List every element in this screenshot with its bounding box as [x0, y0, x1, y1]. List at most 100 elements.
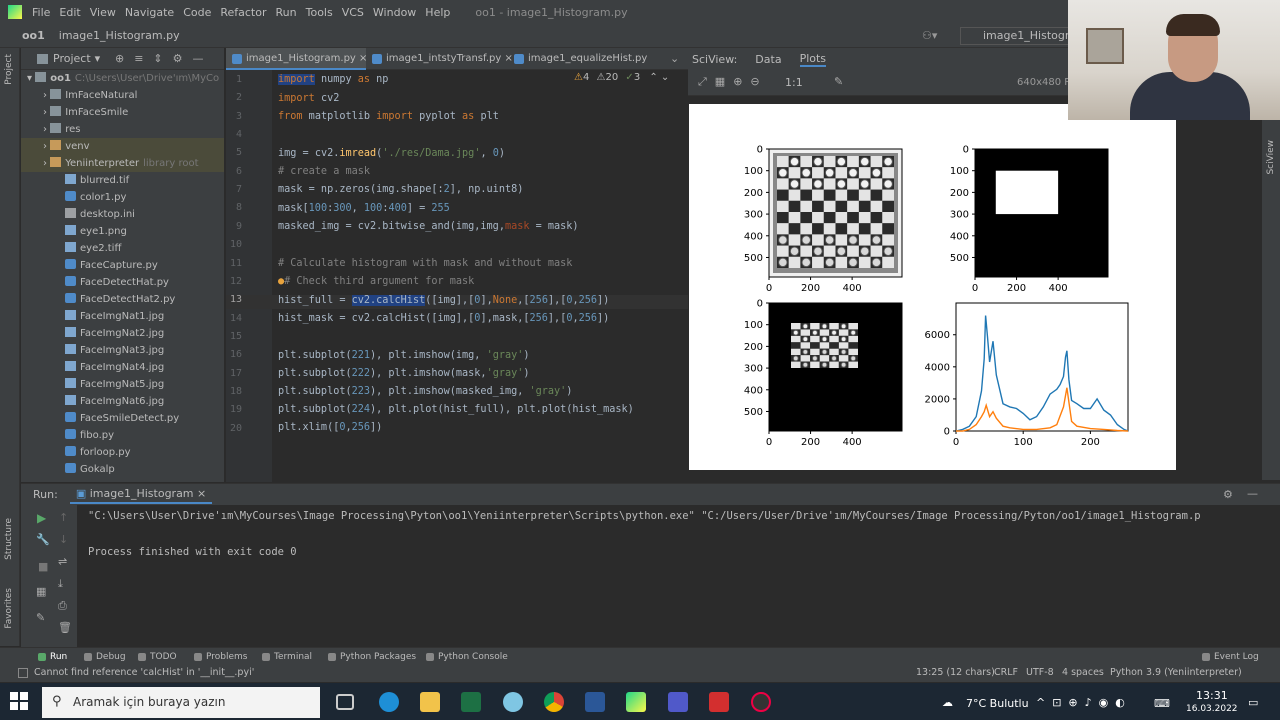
- soft-wrap-icon[interactable]: ⇌: [58, 555, 67, 568]
- tooltab-todo[interactable]: TODO: [136, 648, 177, 666]
- vcs-icon[interactable]: ⚇▾: [922, 29, 937, 42]
- chrome-icon[interactable]: [544, 692, 564, 712]
- weather-text[interactable]: 7°C Bulutlu: [966, 697, 1029, 710]
- tree-item[interactable]: FaceSmileDetect.py: [21, 410, 224, 427]
- tree-item[interactable]: FaceImgNat1.jpg: [21, 308, 224, 325]
- tree-item[interactable]: FaceImgNat3.jpg: [21, 342, 224, 359]
- tree-root[interactable]: ▾ oo1 C:\Users\User\Drive'ım\MyCo: [27, 70, 219, 87]
- project-toolbar-icons[interactable]: ⊕≡⇕⚙—: [115, 52, 214, 65]
- tray-icons[interactable]: ^⊡⊕♪◉◐: [1036, 696, 1132, 709]
- pin-icon[interactable]: ✎: [36, 611, 45, 624]
- tree-item[interactable]: color1.py: [21, 189, 224, 206]
- excel-icon[interactable]: [461, 692, 481, 712]
- clock-time[interactable]: 13:31: [1196, 689, 1228, 702]
- tree-item[interactable]: forloop.py: [21, 444, 224, 461]
- menu-help[interactable]: Help: [425, 6, 450, 19]
- tree-item[interactable]: › res: [21, 121, 224, 138]
- menu-edit[interactable]: Edit: [59, 6, 80, 19]
- menu-file[interactable]: File: [32, 6, 50, 19]
- status-interpreter[interactable]: Python 3.9 (Yeniinterpreter): [1110, 667, 1242, 678]
- scroll-up-icon[interactable]: ↑: [59, 511, 68, 524]
- file-explorer-icon[interactable]: [420, 692, 440, 712]
- recorder-icon[interactable]: [751, 692, 771, 712]
- status-line-separator[interactable]: CRLF: [994, 667, 1018, 678]
- project-tool-tab[interactable]: Project: [4, 54, 14, 85]
- rerun-icon[interactable]: ▶: [37, 511, 46, 525]
- notifications-icon[interactable]: ▭: [1248, 696, 1258, 709]
- menu-window[interactable]: Window: [373, 6, 416, 19]
- tooltab-problems[interactable]: Problems: [192, 648, 247, 666]
- trash-icon[interactable]: 🗑: [58, 621, 72, 634]
- tree-item[interactable]: fibo.py: [21, 427, 224, 444]
- tree-item[interactable]: blurred.tif: [21, 172, 224, 189]
- stop-icon[interactable]: ■: [38, 560, 48, 573]
- print-icon[interactable]: ⎙: [58, 599, 67, 613]
- zoom-actual-size[interactable]: 1:1: [785, 76, 803, 89]
- pycharm-taskbar-icon[interactable]: [626, 692, 646, 712]
- eyedropper-icon[interactable]: ✎: [834, 75, 843, 88]
- project-panel-title[interactable]: Project: [53, 52, 91, 65]
- status-caret-position[interactable]: 13:25 (12 chars): [916, 667, 995, 678]
- tree-item[interactable]: › venv: [21, 138, 224, 155]
- status-layout-icon[interactable]: [18, 668, 28, 678]
- clock-date[interactable]: 16.03.2022: [1186, 704, 1238, 714]
- breadcrumb-file[interactable]: image1_Histogram.py: [59, 29, 180, 42]
- tree-item[interactable]: › ImFaceSmile: [21, 104, 224, 121]
- layout-icon[interactable]: ▦: [36, 585, 46, 598]
- sciview-tab-data[interactable]: Data: [755, 53, 781, 66]
- tooltab-python-packages[interactable]: Python Packages: [326, 648, 416, 666]
- input-language-icon[interactable]: ⌨: [1154, 697, 1170, 710]
- tab-image1-equalizehist[interactable]: image1_equalizeHist.py: [508, 48, 666, 70]
- edge-icon[interactable]: [379, 692, 399, 712]
- tree-item[interactable]: desktop.ini: [21, 206, 224, 223]
- weather-icon[interactable]: ☁: [942, 696, 953, 709]
- windows-start-icon[interactable]: [10, 692, 28, 710]
- status-indent[interactable]: 4 spaces: [1062, 667, 1104, 678]
- tooltab-debug[interactable]: Debug: [82, 648, 126, 666]
- structure-tool-tab[interactable]: Structure: [4, 518, 14, 560]
- breadcrumb-project[interactable]: oo1: [22, 29, 45, 42]
- menu-code[interactable]: Code: [183, 6, 211, 19]
- status-encoding[interactable]: UTF-8: [1026, 667, 1054, 678]
- run-settings-icon[interactable]: ⚙: [1223, 488, 1233, 501]
- tree-item[interactable]: FaceImgNat2.jpg: [21, 325, 224, 342]
- menu-navigate[interactable]: Navigate: [125, 6, 174, 19]
- run-config-tab[interactable]: ▣ image1_Histogram ×: [69, 485, 213, 504]
- run-hide-icon[interactable]: —: [1247, 487, 1258, 500]
- tooltab-python-console[interactable]: Python Console: [424, 648, 508, 666]
- teams-icon[interactable]: [668, 692, 688, 712]
- tree-item[interactable]: eye1.png: [21, 223, 224, 240]
- tree-item[interactable]: › ImFaceNatural: [21, 87, 224, 104]
- tooltab-terminal[interactable]: Terminal: [260, 648, 312, 666]
- tree-item[interactable]: FaceImgNat4.jpg: [21, 359, 224, 376]
- tree-item[interactable]: eye2.tiff: [21, 240, 224, 257]
- inspection-widget[interactable]: ⚠4 ⚠20 ✓3 ⌃ ⌄: [574, 72, 669, 83]
- network-app-icon[interactable]: [503, 692, 523, 712]
- run-console[interactable]: "C:\Users\User\Drive'ım\MyCourses\Image …: [78, 505, 1280, 647]
- scroll-down-icon[interactable]: ↓: [59, 533, 68, 546]
- menu-vcs[interactable]: VCS: [342, 6, 364, 19]
- task-view-icon[interactable]: [336, 694, 354, 710]
- tab-image1-histogram[interactable]: image1_Histogram.py ×: [226, 48, 367, 70]
- sciview-tab-plots[interactable]: Plots: [799, 52, 827, 67]
- tree-item[interactable]: FaceDetectHat.py: [21, 274, 224, 291]
- tree-item[interactable]: FaceCapture.py: [21, 257, 224, 274]
- sciview-tool-tab[interactable]: SciView: [1266, 140, 1276, 175]
- wrench-icon[interactable]: 🔧: [36, 533, 50, 546]
- tab-image1-intstytransf[interactable]: image1_intstyTransf.py ×: [366, 48, 513, 70]
- tooltab-run[interactable]: Run: [36, 648, 67, 666]
- taskbar-search[interactable]: ⚲ Aramak için buraya yazın: [42, 687, 320, 718]
- word-icon[interactable]: [585, 692, 605, 712]
- favorites-tool-tab[interactable]: Favorites: [4, 588, 14, 629]
- menu-refactor[interactable]: Refactor: [220, 6, 266, 19]
- tree-item[interactable]: FaceImgNat6.jpg: [21, 393, 224, 410]
- tree-item[interactable]: › Yeniinterpreter library root: [21, 155, 224, 172]
- menu-run[interactable]: Run: [276, 6, 297, 19]
- tabs-dropdown-icon[interactable]: ⌄: [670, 52, 679, 65]
- tree-item[interactable]: FaceImgNat5.jpg: [21, 376, 224, 393]
- tooltab-event-log[interactable]: Event Log: [1200, 648, 1259, 666]
- menu-view[interactable]: View: [90, 6, 116, 19]
- menu-tools[interactable]: Tools: [306, 6, 333, 19]
- plot-toolbar-icons[interactable]: ⤢▦⊕⊖: [698, 75, 768, 89]
- scroll-end-icon[interactable]: ⤓: [58, 577, 63, 591]
